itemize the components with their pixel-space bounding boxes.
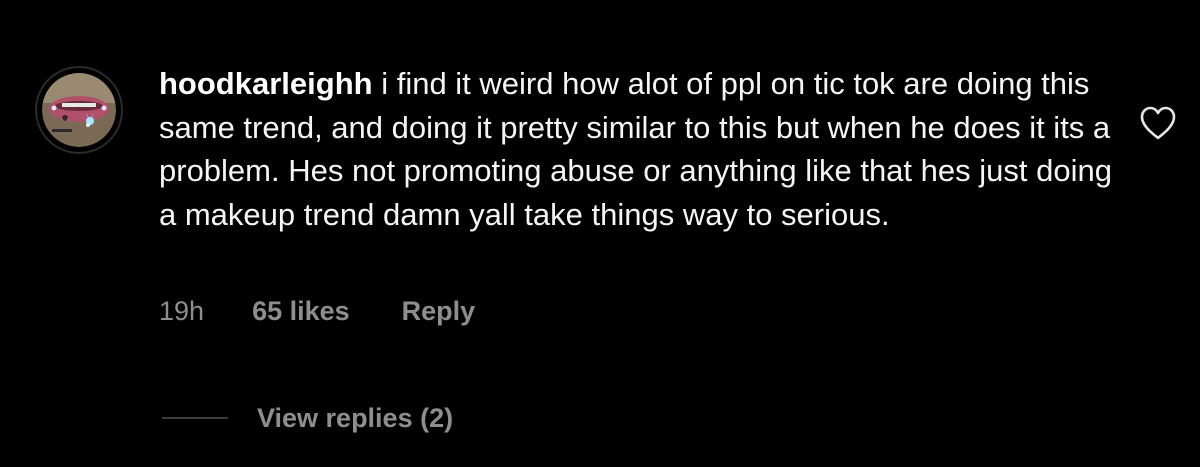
view-replies-button[interactable]: View replies (2) <box>162 401 453 435</box>
comment-username[interactable]: hoodkarleighh <box>159 66 373 101</box>
avatar[interactable] <box>35 66 123 154</box>
comment-meta: 19h 65 likes Reply <box>159 296 475 327</box>
heart-icon[interactable] <box>1139 105 1177 141</box>
replies-divider <box>162 417 228 419</box>
likes-count[interactable]: 65 likes <box>252 296 350 327</box>
reply-button[interactable]: Reply <box>402 296 476 327</box>
view-replies-label: View replies (2) <box>257 403 454 433</box>
profile-picture <box>42 73 116 147</box>
comment-body: hoodkarleighh i find it weird how alot o… <box>159 62 1119 236</box>
comment-timestamp: 19h <box>159 296 205 326</box>
comment: hoodkarleighh i find it weird how alot o… <box>0 0 1200 467</box>
